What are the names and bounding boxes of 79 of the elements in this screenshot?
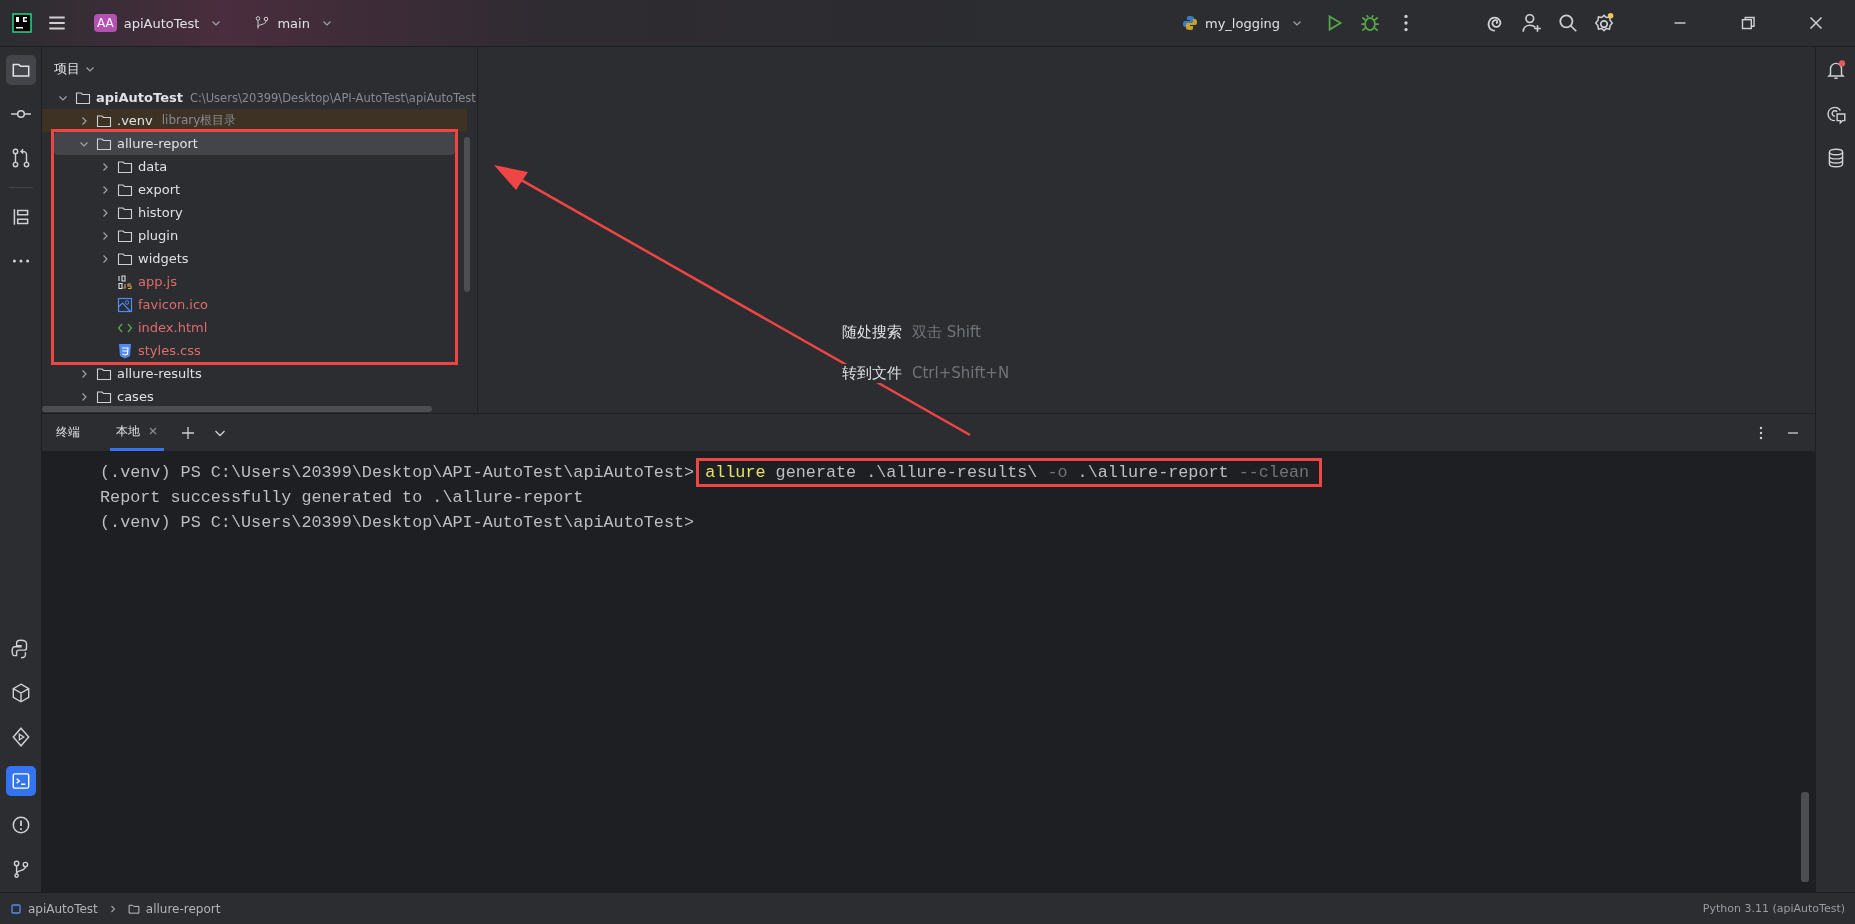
folder-icon	[96, 112, 112, 129]
file-name: widgets	[138, 251, 189, 266]
interpreter-selector[interactable]: Python 3.11 (apiAutoTest)	[1702, 902, 1845, 915]
file-name: plugin	[138, 228, 179, 243]
tree-item[interactable]: styles.css	[54, 339, 455, 362]
add-icon[interactable]	[180, 424, 196, 441]
file-name: apiAutoTest	[96, 90, 183, 105]
folder-icon	[117, 204, 133, 221]
terminal-tab[interactable]: 本地	[110, 414, 164, 451]
tree-item[interactable]: plugin	[54, 224, 455, 247]
bug-icon[interactable]	[1359, 12, 1381, 34]
branch-icon	[254, 15, 271, 31]
tree-item[interactable]: widgets	[54, 247, 455, 270]
file-name: export	[138, 182, 181, 197]
folder-icon	[117, 250, 133, 267]
branch-selector[interactable]: main	[248, 11, 339, 35]
js-file-icon	[117, 273, 133, 290]
file-name: cases	[117, 389, 154, 404]
scrollbar[interactable]	[42, 406, 432, 412]
path-hint: library根目录	[161, 112, 237, 129]
hint-shortcut: 双击 Shift	[912, 323, 981, 342]
terminal-icon[interactable]	[5, 766, 36, 796]
tree-item[interactable]: index.html	[54, 316, 455, 339]
hint-shortcut: Ctrl+Shift+N	[912, 364, 1010, 383]
hint-action: 随处搜索	[842, 323, 902, 342]
image-file-icon	[117, 296, 133, 313]
search-icon[interactable]	[1557, 12, 1579, 34]
app-logo-icon[interactable]	[12, 13, 32, 33]
scrollbar[interactable]	[464, 137, 470, 292]
folder-icon	[96, 388, 112, 405]
file-name: .venv	[117, 113, 153, 128]
scrollbar[interactable]	[1801, 792, 1809, 882]
tree-item[interactable]: export	[54, 178, 455, 201]
terminal-output: Report successfully generated to .\allure-report	[100, 488, 584, 507]
panel-title: 终端	[56, 424, 80, 441]
project-view-selector[interactable]: 项目	[54, 58, 96, 80]
file-name: app.js	[138, 274, 177, 289]
folder-icon	[127, 902, 140, 915]
command-token: allure	[705, 463, 766, 482]
command-token: --clean	[1238, 463, 1310, 482]
tree-item[interactable]: history	[54, 201, 455, 224]
path-hint: C:\Users\20399\Desktop\API-AutoTest\apiAutoTest	[189, 90, 476, 105]
breadcrumb[interactable]: apiAutoTest	[28, 901, 98, 916]
folder-icon	[117, 227, 133, 244]
tree-item[interactable]: data	[54, 155, 455, 178]
css-file-icon	[117, 342, 133, 359]
breadcrumb[interactable]: allure-report	[145, 901, 221, 916]
file-name: favicon.ico	[138, 297, 209, 312]
tree-item[interactable]: cases	[42, 385, 455, 408]
file-name: allure-results	[117, 366, 202, 381]
tree-item[interactable]: app.js	[54, 270, 455, 293]
file-name: styles.css	[138, 343, 201, 358]
tree-item[interactable]: favicon.ico	[54, 293, 455, 316]
file-name: history	[138, 205, 183, 220]
add-user-icon[interactable]	[1521, 12, 1543, 34]
command-token: generate .\allure-results\	[775, 463, 1038, 482]
folder-icon	[75, 89, 91, 106]
folder-icon	[96, 135, 112, 152]
project-selector[interactable]: AA apiAutoTest	[88, 10, 229, 36]
command-token: .\allure-report	[1077, 463, 1229, 482]
python-icon	[1181, 15, 1198, 31]
terminal-prompt: (.venv) PS C:\Users\20399\Desktop\API-AutoTest\apiAutoTest>	[100, 513, 695, 532]
file-name: allure-report	[117, 136, 198, 151]
hint-action: 转到文件	[842, 364, 902, 383]
module-icon	[10, 902, 22, 915]
run-configuration-selector[interactable]: my_logging	[1175, 11, 1309, 35]
folder-icon	[117, 158, 133, 175]
terminal-prompt: (.venv) PS C:\Users\20399\Desktop\API-AutoTest\apiAutoTest>	[100, 463, 695, 482]
folder-icon	[117, 181, 133, 198]
tree-item[interactable]: allure-report	[54, 132, 455, 155]
file-name: data	[138, 159, 168, 174]
tree-item[interactable]: apiAutoTest C:\Users\20399\Desktop\API-AutoTest\apiAutoTest	[42, 86, 475, 109]
command-token: -o	[1047, 463, 1068, 482]
close-icon[interactable]	[148, 426, 158, 436]
tree-item[interactable]: allure-results	[42, 362, 455, 385]
folder-icon	[96, 365, 112, 382]
settings-icon[interactable]	[1593, 12, 1615, 34]
file-name: index.html	[138, 320, 208, 335]
folder-icon[interactable]	[5, 55, 36, 85]
